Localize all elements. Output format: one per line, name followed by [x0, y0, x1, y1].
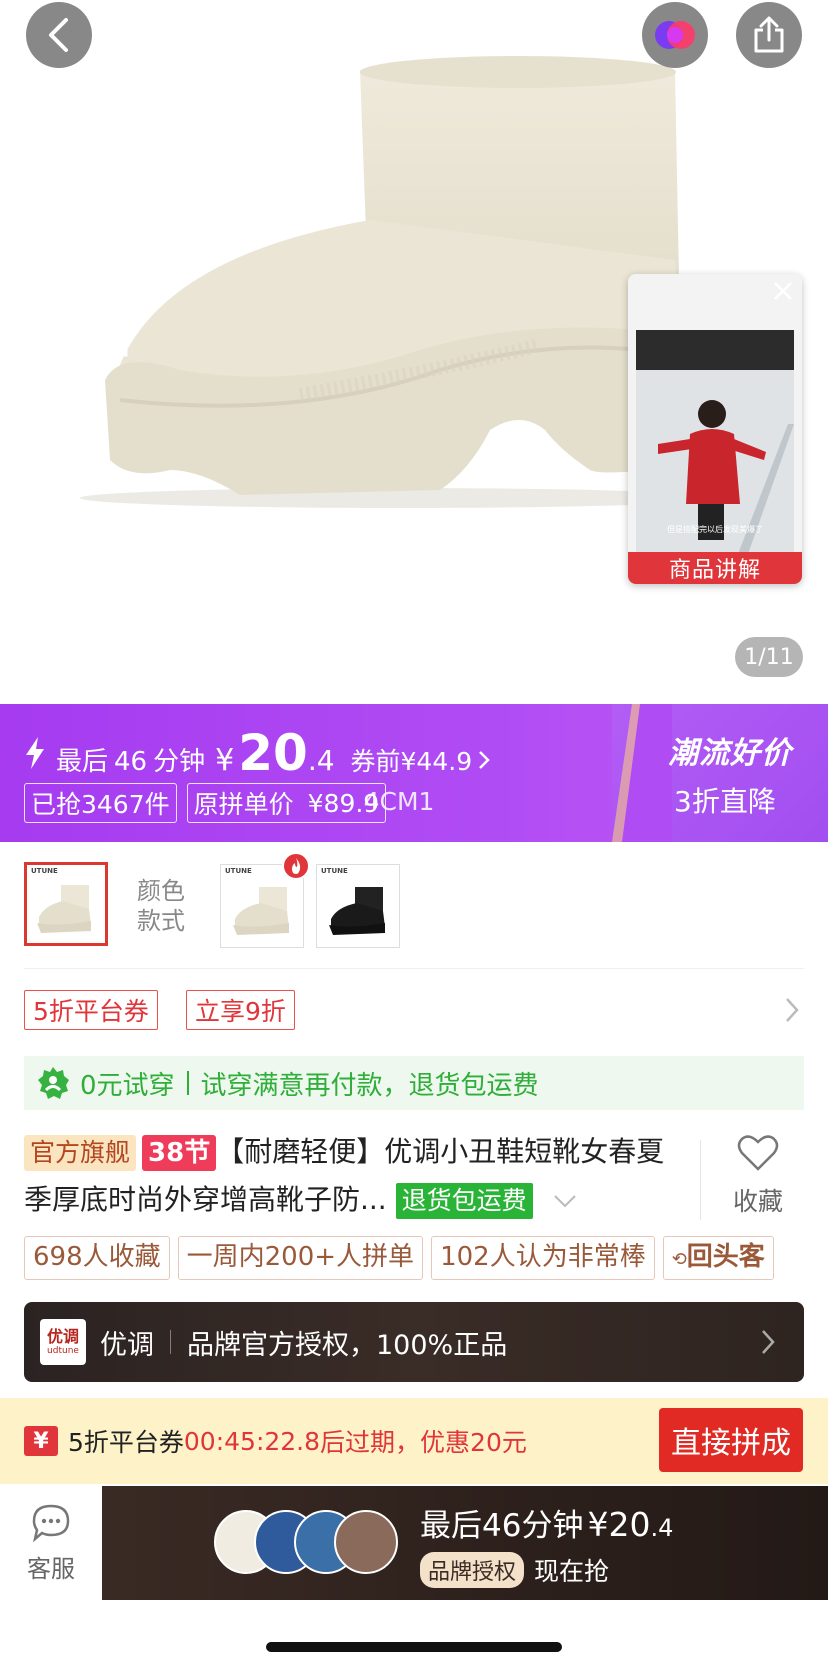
repeat-icon: ⟲ — [671, 1249, 687, 1270]
variant-label-line2: 款式 — [137, 907, 185, 935]
close-video-button[interactable] — [772, 280, 794, 306]
bottom-action-bar: 客服 最后46分钟 ¥20 .4 品牌授权 现在抢 — [0, 1486, 828, 1600]
promo-wedge-shape — [612, 704, 672, 842]
chevron-right-icon — [479, 751, 490, 769]
original-price-tag: 原拼单价 ¥89.9 4CM1 — [186, 783, 434, 823]
original-price-label: 原拼单价 — [193, 790, 294, 819]
product-video-card[interactable]: 但是搭配完以后发现美爆了 商品讲解 — [628, 274, 802, 584]
before-coupon-price[interactable]: 券前¥44.9 — [351, 742, 473, 778]
brand-logo-cn: 优调 — [46, 1327, 79, 1346]
price-currency: ¥ — [215, 743, 235, 778]
live-icon-button[interactable] — [642, 2, 708, 68]
brand-description: 品牌官方授权，100%正品 — [187, 1329, 508, 1361]
share-button[interactable] — [736, 2, 802, 68]
stat-ratings: 102人认为非常棒 — [431, 1236, 655, 1280]
variant-label-line1: 颜色 — [137, 877, 185, 905]
variant-label: 颜色 款式 — [137, 876, 185, 936]
stat-favorites: 698人收藏 — [24, 1236, 170, 1280]
video-label: 商品讲解 — [628, 552, 802, 584]
trial-badge-icon — [38, 1067, 69, 1099]
divider — [24, 968, 804, 969]
boot-thumbnail — [37, 885, 91, 933]
brand-name: 优调 — [100, 1329, 154, 1361]
direct-group-buy-button[interactable]: 直接拼成 — [659, 1408, 803, 1472]
promo-subtitle: 3折直降 — [674, 785, 776, 818]
variant-thumb-beige-selected[interactable]: UTUNE — [24, 862, 108, 946]
flash-minutes: 46 — [114, 747, 148, 777]
cta-countdown: 最后46分钟 — [420, 1508, 584, 1544]
favorite-label: 收藏 — [732, 1187, 783, 1216]
trial-text-b: 试穿满意再付款，退货包运费 — [200, 1070, 539, 1101]
video-thumbnail: 但是搭配完以后发现美爆了 — [628, 274, 802, 584]
coupon-expire-suffix: 后过期，优惠20元 — [320, 1428, 527, 1457]
video-caption: 但是搭配完以后发现美爆了 — [667, 524, 763, 534]
price-decimal: .4 — [307, 744, 335, 777]
chat-bubble-icon — [32, 1504, 70, 1542]
variant-thumb-black[interactable]: UTUNE — [316, 864, 400, 948]
social-stats-row: 698人收藏 一周内200+人拼单 102人认为非常棒 ⟲回头客 — [24, 1236, 828, 1282]
cta-brand-badge: 品牌授权 — [420, 1552, 525, 1588]
price-integer: 20 — [238, 724, 308, 782]
boot-thumbnail — [329, 887, 385, 935]
coupon-countdown: 00:45:22.8 — [183, 1426, 321, 1456]
flame-icon — [292, 858, 301, 874]
live-overlap-icon — [655, 21, 695, 49]
cta-price: ¥20 — [587, 1505, 651, 1544]
product-image-carousel[interactable]: 但是搭配完以后发现美爆了 商品讲解 1/11 — [0, 0, 828, 704]
sold-count-tag: 已抢3467件 — [24, 783, 177, 823]
official-store-tag: 官方旗舰 — [24, 1135, 137, 1171]
heart-icon — [737, 1135, 779, 1171]
buyer-avatar — [334, 1510, 398, 1574]
coupon-tag-discount[interactable]: 立享9折 — [186, 990, 295, 1030]
festival-38-tag: 38节 — [142, 1135, 217, 1171]
share-icon — [754, 16, 784, 53]
customer-service-button[interactable]: 客服 — [0, 1486, 102, 1600]
free-return-tag: 退货包运费 — [395, 1183, 533, 1219]
coupon-tag-platform[interactable]: 5折平台券 — [24, 990, 158, 1030]
cta-action: 现在抢 — [534, 1557, 610, 1586]
favorite-button[interactable]: 收藏 — [712, 1128, 804, 1218]
product-title-block: 官方旗舰 38节 【耐磨轻便】优调小丑鞋短靴女春夏季厚底时尚外穿增高靴子防... 退… — [24, 1128, 686, 1224]
back-button[interactable] — [26, 2, 92, 68]
chevron-right-icon — [762, 1330, 775, 1354]
coupon-expire-bar: ¥ 5折平台券 00:45:22.8 后过期，优惠20元 直接拼成 — [0, 1398, 828, 1484]
flash-sale-banner: 最后 46 分钟 ¥ 20 .4 券前¥44.9 已抢3467件 原拼单价 ¥8… — [0, 704, 828, 842]
page-indicator: 1/11 — [735, 637, 803, 677]
chevron-left-icon — [49, 18, 68, 52]
original-price-overlay: 4CM1 — [363, 787, 435, 816]
chevron-down-icon[interactable] — [552, 1193, 578, 1209]
brand-authorization-bar[interactable]: 优调 udtune 优调 品牌官方授权，100%正品 — [24, 1302, 804, 1382]
cta-price-decimal: .4 — [650, 1514, 674, 1542]
buy-now-button[interactable]: 最后46分钟 ¥20 .4 品牌授权 现在抢 — [102, 1486, 828, 1600]
lightning-icon — [26, 737, 44, 769]
close-icon — [774, 282, 792, 300]
coupon-name: 5折平台券 — [68, 1428, 184, 1457]
brand-logo: 优调 udtune — [40, 1319, 86, 1365]
trial-divider — [186, 1071, 189, 1095]
hot-badge-icon — [282, 852, 310, 880]
stat-group-orders: 一周内200+人拼单 — [177, 1236, 424, 1280]
coupon-icon: ¥ — [24, 1426, 58, 1456]
flash-prefix: 最后 — [56, 747, 109, 777]
free-trial-banner[interactable]: 0元试穿 试穿满意再付款，退货包运费 — [24, 1056, 804, 1110]
chevron-right-icon[interactable] — [784, 996, 800, 1024]
home-indicator — [266, 1642, 562, 1652]
brand-divider — [170, 1330, 171, 1354]
divider — [700, 1140, 701, 1220]
flash-minutes-unit: 分钟 — [153, 747, 206, 777]
stat-repeat-buyers: ⟲回头客 — [662, 1236, 774, 1280]
promo-title: 潮流好价 — [668, 736, 792, 771]
brand-logo-en: udtune — [47, 1346, 79, 1356]
customer-service-label: 客服 — [27, 1554, 75, 1583]
trial-text-a: 0元试穿 — [80, 1070, 175, 1101]
